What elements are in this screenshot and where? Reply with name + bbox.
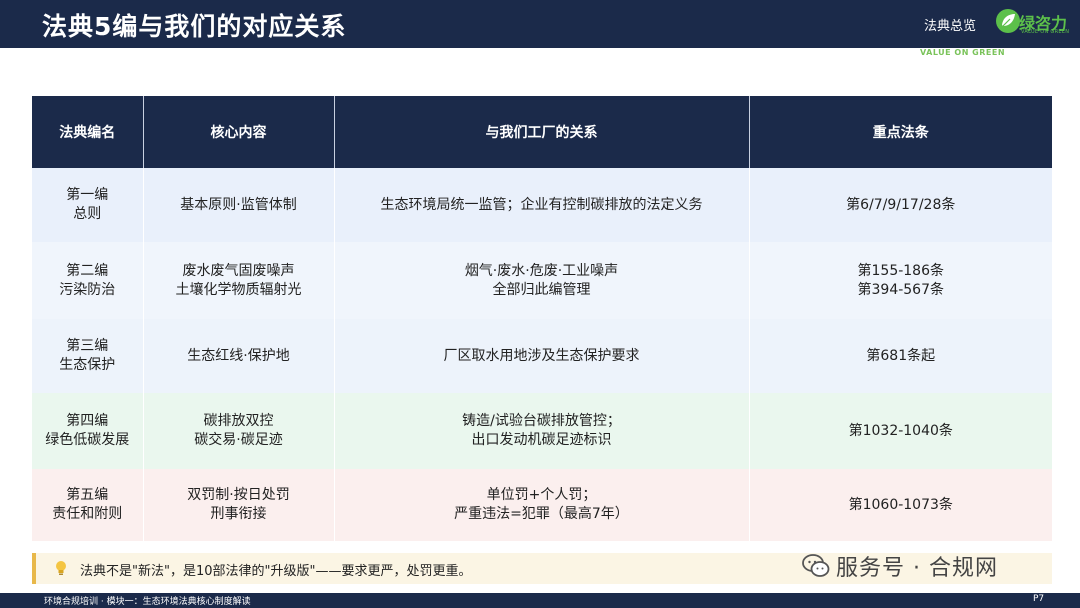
articles-cell: 第6/7/9/17/28条 [749,168,1052,242]
table-header-row: 法典编名 核心内容 与我们工厂的关系 重点法条 [32,96,1052,168]
page-number: P7 [1033,594,1045,604]
section-label: 法典总览 [924,19,977,34]
column-header-core: 核心内容 [143,96,335,168]
table-row: 第四编 绿色低碳发展 碳排放双控 碳交易·碳足迹 铸造/试验台碳排放管控； 出口… [32,393,1052,469]
relation-cell: 铸造/试验台碳排放管控； 出口发动机碳足迹标识 [334,393,750,469]
column-header-articles: 重点法条 [749,96,1052,168]
brand-logo: 绿咨力 VALUE ON GREEN [995,7,1075,39]
chapter-name-cell: 第五编 责任和附则 [32,469,144,541]
core-content-cell: 碳排放双控 碳交易·碳足迹 [143,393,335,469]
table-row: 第五编 责任和附则 双罚制·按日处罚 刑事衔接 单位罚+个人罚； 严重违法=犯罪… [32,469,1052,541]
slide-title: 法典5编与我们的对应关系 [42,12,347,41]
slide-footer: 环境合规培训 · 模块一：生态环境法典核心制度解读 P7 [0,593,1080,608]
relation-cell: 生态环境局统一监管；企业有控制碳排放的法定义务 [334,168,750,242]
column-header-name: 法典编名 [32,96,144,168]
core-content-cell: 生态红线·保护地 [143,319,335,393]
chapter-name-cell: 第三编 生态保护 [32,319,144,393]
relation-cell: 单位罚+个人罚； 严重违法=犯罪（最高7年） [334,469,750,541]
table-row: 第二编 污染防治 废水废气固废噪声 土壤化学物质辐射光 烟气·废水·危废·工业噪… [32,242,1052,319]
core-content-cell: 废水废气固废噪声 土壤化学物质辐射光 [143,242,335,319]
table-row: 第一编 总则 基本原则·监管体制 生态环境局统一监管；企业有控制碳排放的法定义务… [32,168,1052,242]
core-content-cell: 双罚制·按日处罚 刑事衔接 [143,469,335,541]
relation-cell: 厂区取水用地涉及生态保护要求 [334,319,750,393]
relation-cell: 烟气·废水·危废·工业噪声 全部归此编管理 [334,242,750,319]
leaf-logo-icon [996,9,1020,33]
articles-cell: 第681条起 [749,319,1052,393]
wechat-icon [802,554,830,577]
tip-text: 法典不是"新法"，是10部法律的"升级版"——要求更严，处罚更重。 [80,564,472,579]
core-content-cell: 基本原则·监管体制 [143,168,335,242]
chapter-name-cell: 第一编 总则 [32,168,144,242]
articles-cell: 第1032-1040条 [749,393,1052,469]
chapter-name-cell: 第二编 污染防治 [32,242,144,319]
watermark-text: 服务号 · 合规网 [836,556,998,581]
watermark: 服务号 · 合规网 [802,548,1052,584]
footer-text: 环境合规培训 · 模块一：生态环境法典核心制度解读 [44,597,251,607]
slide-header: 法典5编与我们的对应关系 法典总览 绿咨力 VALUE ON GREEN [0,0,1080,48]
articles-cell: 第155-186条 第394-567条 [749,242,1052,319]
law-mapping-table: 法典编名 核心内容 与我们工厂的关系 重点法条 第一编 总则 基本原则·监管体制… [32,96,1052,541]
logo-tagline-echo: VALUE ON GREEN [920,48,1006,57]
table-row: 第三编 生态保护 生态红线·保护地 厂区取水用地涉及生态保护要求 第681条起 [32,319,1052,393]
column-header-relation: 与我们工厂的关系 [334,96,750,168]
lightbulb-icon [56,561,66,575]
logo-tagline: VALUE ON GREEN [1021,29,1070,35]
chapter-name-cell: 第四编 绿色低碳发展 [32,393,144,469]
articles-cell: 第1060-1073条 [749,469,1052,541]
